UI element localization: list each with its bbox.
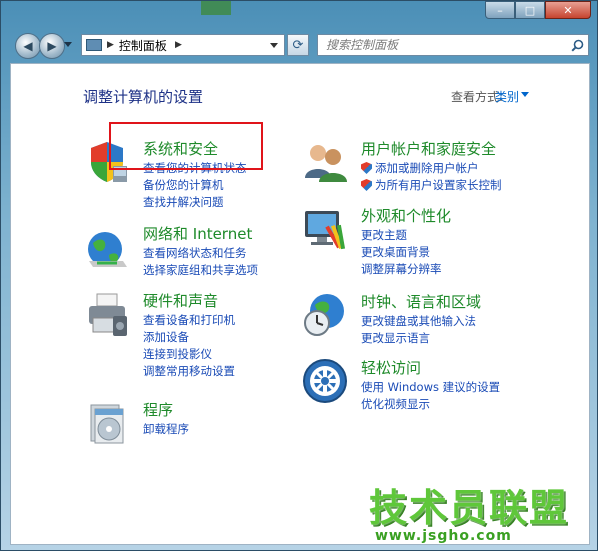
navigation-bar: ◀ ▶ ▶ 控制面板 ▶ ⟳	[1, 29, 597, 63]
minimize-button[interactable]: –	[485, 1, 515, 19]
window-controls: – □ ✕	[485, 1, 591, 19]
watermark-url: www.jsgho.com	[375, 528, 512, 544]
control-panel-icon	[86, 39, 102, 51]
globe-network-icon[interactable]	[83, 223, 131, 271]
refresh-button[interactable]: ⟳	[287, 34, 309, 56]
category-title[interactable]: 硬件和声音	[143, 290, 218, 311]
category-links: 查看设备和打印机 添加设备 连接到投影仪 调整常用移动设置	[143, 312, 235, 380]
maximize-button[interactable]: □	[515, 1, 545, 19]
users-icon[interactable]	[301, 138, 349, 186]
window-frame: – □ ✕ ◀ ▶ ▶ 控制面板 ▶ ⟳ 调整计算机的设置 查看方式: 类别	[0, 0, 598, 551]
search-input[interactable]	[318, 37, 566, 53]
maximize-icon: □	[524, 3, 536, 17]
link-network-status[interactable]: 查看网络状态和任务	[143, 245, 258, 262]
monitor-paint-icon[interactable]	[301, 205, 349, 253]
watermark: 技术员联盟 www.jsgho.com	[369, 488, 569, 544]
close-icon: ✕	[563, 3, 573, 17]
control-panel-content: 调整计算机的设置 查看方式: 类别 系统和安全 查看您的计算机状态 备份您的计算…	[10, 63, 590, 545]
link-uninstall-program[interactable]: 卸载程序	[143, 421, 189, 438]
annotation-highlight-box	[109, 122, 263, 170]
link-add-remove-accounts[interactable]: 添加或删除用户帐户	[361, 160, 502, 177]
printer-icon[interactable]	[83, 290, 131, 338]
category-links: 卸载程序	[143, 421, 189, 438]
close-button[interactable]: ✕	[545, 1, 591, 19]
view-by-caret-icon[interactable]	[521, 92, 529, 97]
link-backup-computer[interactable]: 备份您的计算机	[143, 177, 247, 194]
refresh-icon: ⟳	[292, 37, 304, 53]
category-title[interactable]: 外观和个性化	[361, 205, 451, 226]
watermark-brand: 技术员联盟	[369, 486, 570, 530]
breadcrumb-chevron-icon[interactable]: ▶	[175, 40, 182, 50]
breadcrumb-chevron-icon[interactable]: ▶	[107, 40, 114, 50]
link-add-device[interactable]: 添加设备	[143, 329, 235, 346]
link-connect-projector[interactable]: 连接到投影仪	[143, 346, 235, 363]
view-by-dropdown[interactable]: 类别	[495, 88, 519, 105]
accessibility-icon[interactable]	[301, 357, 349, 405]
link-change-input-method[interactable]: 更改键盘或其他输入法	[361, 313, 476, 330]
minimize-icon: –	[497, 3, 503, 17]
forward-button[interactable]: ▶	[39, 33, 65, 59]
address-history-dropdown[interactable]	[270, 43, 278, 48]
search-icon[interactable]	[566, 39, 588, 52]
category-title[interactable]: 轻松访问	[361, 357, 421, 378]
clock-globe-icon[interactable]	[301, 291, 349, 339]
link-mobility-settings[interactable]: 调整常用移动设置	[143, 363, 235, 380]
titlebar-decoration	[201, 1, 231, 15]
link-homegroup-sharing[interactable]: 选择家庭组和共享选项	[143, 262, 258, 279]
category-links: 添加或删除用户帐户 为所有用户设置家长控制	[361, 160, 502, 194]
link-change-background[interactable]: 更改桌面背景	[361, 244, 442, 261]
breadcrumb-control-panel[interactable]: 控制面板	[119, 37, 167, 54]
category-links: 查看网络状态和任务 选择家庭组和共享选项	[143, 245, 258, 279]
category-title[interactable]: 网络和 Internet	[143, 223, 252, 244]
category-title[interactable]: 用户帐户和家庭安全	[361, 138, 496, 159]
page-title: 调整计算机的设置	[83, 88, 204, 106]
search-box[interactable]	[317, 34, 589, 56]
link-windows-recommended-settings[interactable]: 使用 Windows 建议的设置	[361, 379, 500, 396]
category-title[interactable]: 时钟、语言和区域	[361, 291, 481, 312]
back-arrow-icon: ◀	[23, 39, 33, 53]
forward-arrow-icon: ▶	[47, 39, 57, 53]
category-title[interactable]: 程序	[143, 399, 173, 420]
link-devices-printers[interactable]: 查看设备和打印机	[143, 312, 235, 329]
link-optimize-video-display[interactable]: 优化视频显示	[361, 396, 500, 413]
category-links: 更改主题 更改桌面背景 调整屏幕分辨率	[361, 227, 442, 278]
link-troubleshoot[interactable]: 查找并解决问题	[143, 194, 247, 211]
programs-icon[interactable]	[83, 399, 131, 447]
link-change-theme[interactable]: 更改主题	[361, 227, 442, 244]
link-change-display-language[interactable]: 更改显示语言	[361, 330, 476, 347]
address-bar[interactable]: ▶ 控制面板 ▶	[81, 34, 285, 56]
category-links: 更改键盘或其他输入法 更改显示语言	[361, 313, 476, 347]
link-parental-controls[interactable]: 为所有用户设置家长控制	[361, 177, 502, 194]
recent-pages-dropdown[interactable]	[64, 42, 72, 47]
category-links: 使用 Windows 建议的设置 优化视频显示	[361, 379, 500, 413]
back-button[interactable]: ◀	[15, 33, 41, 59]
link-screen-resolution[interactable]: 调整屏幕分辨率	[361, 261, 442, 278]
